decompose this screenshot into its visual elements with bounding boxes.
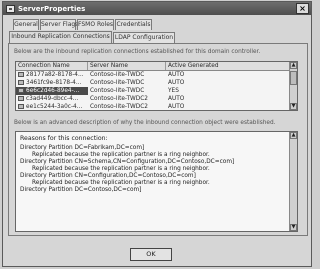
column-active-generated[interactable]: Active Generated (166, 62, 297, 70)
connection-icon (18, 96, 24, 101)
connection-name: ee1c5244-3a0c-4... (26, 104, 83, 110)
connection-row[interactable]: 3461fc9e-8178-4... Contoso-lite-TWDC AUT… (16, 79, 297, 87)
partition-line: Directory Partition DC=Fabrikam,DC=com] (20, 145, 145, 151)
partition-line: Directory Partition DC=Contoso,DC=com] (20, 187, 142, 193)
server-properties-dialog: ServerProperties × General Server Flags … (2, 1, 312, 267)
reason-line: Replicated because the replication partn… (32, 166, 210, 172)
connection-active: AUTO (168, 96, 185, 102)
connection-name: 6e6c2d46-89e4-... (26, 88, 80, 94)
server-icon (6, 4, 15, 13)
reasons-box[interactable]: Reasons for this connection: Directory P… (15, 131, 298, 232)
title-bar[interactable]: ServerProperties × (3, 2, 311, 15)
connection-icon (18, 88, 24, 93)
connection-active: AUTO (168, 72, 185, 78)
column-connection-name[interactable]: Connection Name (16, 62, 88, 70)
connection-server: Contoso-lite-TWDC2 (90, 104, 148, 110)
connection-active: YES (168, 88, 179, 94)
connection-icon (18, 80, 24, 85)
partition-line: Directory Partition CN=Schema,CN=Configu… (20, 159, 235, 165)
tab-ldap-configuration[interactable]: LDAP Configuration (113, 32, 175, 43)
reasons-description: Below is an advanced description of why … (14, 120, 276, 126)
connection-active: AUTO (168, 80, 185, 86)
connection-name-cell: ee1c5244-3a0c-4... (16, 103, 88, 110)
connection-name-cell: 3461fc9e-8178-4... (16, 79, 88, 87)
scroll-up-icon[interactable]: ▲ (290, 62, 297, 69)
connection-server: Contoso-lite-TWDC (90, 80, 145, 86)
tab-credentials[interactable]: Credentials (115, 19, 152, 30)
scroll-up-icon[interactable]: ▲ (290, 132, 297, 139)
tab-server-flags[interactable]: Server Flags (40, 19, 78, 30)
connection-active: AUTO (168, 104, 185, 110)
partition-line: Directory Partition CN=Configuration,DC=… (20, 173, 196, 179)
connection-name: 28177a82-8178-4... (26, 72, 84, 78)
column-server-name[interactable]: Server Name (88, 62, 166, 70)
scroll-thumb[interactable] (290, 71, 297, 85)
connection-row[interactable]: 28177a82-8178-4... Contoso-lite-TWDC AUT… (16, 71, 297, 79)
connection-name: 3461fc9e-8178-4... (26, 80, 82, 86)
reason-line: Replicated because the replication partn… (32, 180, 210, 186)
connection-icon (18, 104, 24, 109)
reasons-header: Reasons for this connection: (20, 135, 108, 142)
connection-name: c3ad449-dbcc-4... (26, 96, 79, 102)
connection-row[interactable]: c3ad449-dbcc-4... Contoso-lite-TWDC2 AUT… (16, 95, 297, 103)
scroll-down-icon[interactable]: ▼ (290, 224, 297, 231)
connection-name-cell: 28177a82-8178-4... (16, 71, 88, 79)
tab-general[interactable]: General (13, 19, 39, 30)
window-title: ServerProperties (18, 4, 86, 13)
inbound-connections-panel: Below are the inbound replication connec… (8, 43, 308, 236)
close-button[interactable]: × (296, 3, 309, 14)
connections-scrollbar[interactable]: ▲ ▼ (289, 62, 297, 110)
tab-inbound-replication-connections[interactable]: Inbound Replication Connections (9, 31, 112, 43)
ok-button[interactable]: OK (130, 248, 172, 261)
scroll-down-icon[interactable]: ▼ (290, 103, 297, 110)
connection-icon (18, 72, 24, 77)
connection-server: Contoso-lite-TWDC (90, 88, 145, 94)
connection-name-cell: c3ad449-dbcc-4... (16, 95, 88, 103)
connection-server: Contoso-lite-TWDC (90, 72, 145, 78)
connections-list[interactable]: Connection Name Server Name Active Gener… (15, 61, 298, 111)
connection-row-selected[interactable]: 6e6c2d46-89e4-... Contoso-lite-TWDC YES (16, 87, 297, 95)
reasons-scrollbar[interactable]: ▲ ▼ (289, 132, 297, 231)
connection-name-cell: 6e6c2d46-89e4-... (16, 87, 88, 95)
connection-row[interactable]: ee1c5244-3a0c-4... Contoso-lite-TWDC2 AU… (16, 103, 297, 110)
connections-description: Below are the inbound replication connec… (14, 49, 261, 55)
reason-line: Replicated because the replication partn… (32, 152, 210, 158)
connections-list-header: Connection Name Server Name Active Gener… (16, 62, 297, 71)
tab-fsmo-roles[interactable]: FSMO Roles (77, 19, 114, 30)
connection-server: Contoso-lite-TWDC2 (90, 96, 148, 102)
